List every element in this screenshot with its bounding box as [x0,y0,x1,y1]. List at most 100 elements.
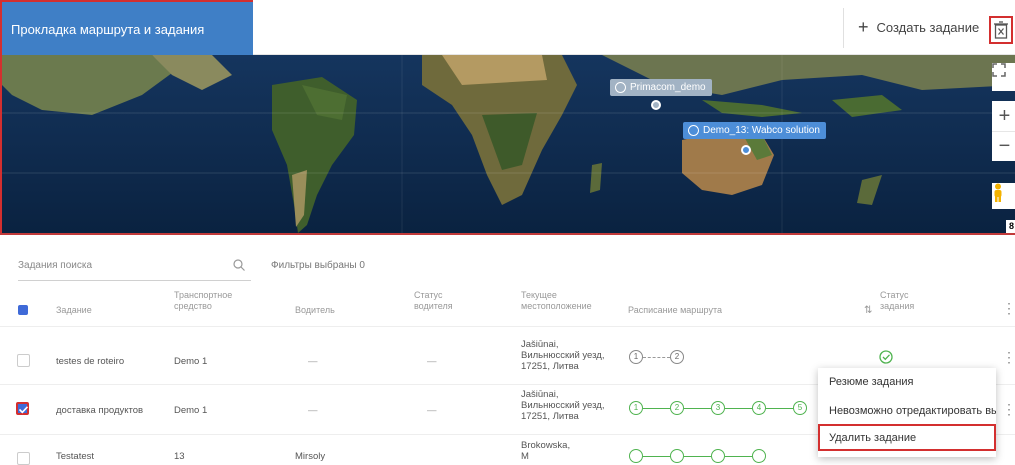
top-bar: Прокладка маршрута и задания + Создать за… [0,0,1015,55]
marker-label-text: Primacom_demo [630,82,706,93]
create-task-label: Создать задание [876,20,980,35]
schedule-stop[interactable]: 4 [752,401,766,415]
header-divider [843,8,844,48]
header-divider [0,326,1015,327]
col-header-driver-status-line1: Статус [414,290,443,300]
schedule-stop[interactable]: 2 [670,350,684,364]
row-driver-status: — [427,405,437,416]
map-marker-label-primacom[interactable]: Primacom_demo [610,79,712,96]
menu-item-delete-task[interactable]: Удалить задание [818,424,996,451]
schedule-stop[interactable]: 1 [629,401,643,415]
schedule-stop[interactable]: 3 [711,401,725,415]
row-task-name[interactable]: доставка продуктов [56,405,143,416]
col-header-driver[interactable]: Водитель [295,305,335,316]
schedule-stop[interactable] [670,449,684,463]
search-box [18,251,251,281]
menu-item-task-summary[interactable]: Резюме задания [818,368,996,397]
checkmark-icon [18,406,29,414]
schedule-segment [684,455,711,457]
delete-trash-button[interactable] [989,16,1013,44]
col-header-location[interactable]: Текущее местоположение [521,290,592,312]
col-header-task-status-line1: Статус [880,290,909,300]
row-location: Brokowska, M [521,440,570,462]
col-header-vehicle-line2: средство [174,301,212,311]
row-location-line3: 17251, Литва [521,411,579,422]
map-badge: 8 [1006,220,1015,233]
schedule-stop[interactable] [629,449,643,463]
row-location: Jašiūnai, Вильнюсский уезд, 17251, Литва [521,389,604,422]
schedule-stop[interactable] [752,449,766,463]
schedule-segment [766,407,793,409]
schedule-stop[interactable]: 1 [629,350,643,364]
row-location-line1: Jašiūnai, [521,339,559,350]
row-location-line1: Brokowska, [521,440,571,451]
row-location-line2: Вильнюсский уезд, [521,400,605,411]
row-actions-menu-icon[interactable]: ⋮ [1002,350,1015,364]
select-all-checkbox[interactable] [18,305,28,315]
row-vehicle: Demo 1 [174,405,208,416]
row-location: Jašiūnai, Вильнюсский уезд, 17251, Литва [521,339,604,372]
marker-gear-icon [688,125,699,136]
search-icon[interactable] [233,259,245,271]
col-header-location-line1: Текущее [521,290,557,300]
schedule-segment [725,455,752,457]
schedule-stop[interactable] [711,449,725,463]
fullscreen-icon [992,63,1006,77]
col-header-task[interactable]: Задание [56,305,92,316]
zoom-in-button[interactable]: + [992,101,1015,131]
row-checkbox[interactable] [17,354,30,367]
trash-icon [994,21,1008,39]
completed-status-icon [879,350,893,364]
minus-icon: − [998,135,1011,157]
row-driver: — [308,356,318,367]
schedule-stop[interactable]: 5 [793,401,807,415]
satellite-map-graphic [2,55,1015,235]
row-actions-menu-icon[interactable]: ⋮ [1002,402,1015,416]
row-driver-status: — [427,356,437,367]
schedule-stop[interactable]: 2 [670,401,684,415]
schedule-segment [684,407,711,409]
schedule-segment [643,455,670,457]
row-schedule[interactable]: 1 2 3 4 5 [629,401,807,415]
filters-status[interactable]: Фильтры выбраны 0 [271,260,365,271]
row-driver: — [308,405,318,416]
col-header-task-status-line2: задания [880,301,915,311]
col-header-driver-status-line2: водителя [414,301,453,311]
row-task-name[interactable]: testes de roteiro [56,356,124,367]
pegman-icon [994,183,1002,202]
map-pin-demo13[interactable] [741,145,751,155]
zoom-out-button[interactable]: − [992,131,1015,161]
schedule-segment [643,407,670,409]
row-checkbox[interactable] [17,452,30,465]
menu-item-cannot-edit[interactable]: Невозможно отредактировать выполненное з… [818,397,996,426]
plus-icon: + [998,104,1011,127]
row-vehicle: Demo 1 [174,356,208,367]
fullscreen-button[interactable] [992,63,1015,91]
row-checkbox-checked[interactable] [16,402,29,415]
col-header-task-status[interactable]: Статус задания [880,290,914,312]
schedule-segment [725,407,752,409]
col-header-vehicle-line1: Транспортное [174,290,233,300]
page-title: Прокладка маршрута и задания [0,0,253,55]
row-context-menu: Резюме задания Невозможно отредактироват… [818,368,996,457]
search-input[interactable] [18,251,218,279]
sort-icon[interactable]: ⇅ [864,305,872,316]
plus-icon: + [858,17,869,37]
street-view-button[interactable] [992,183,1015,209]
create-task-button[interactable]: + Создать задание [858,0,979,55]
map-marker-label-demo13[interactable]: Demo_13: Wabco solution [683,122,826,139]
row-location-line1: Jašiūnai, [521,389,559,400]
row-schedule[interactable] [629,449,766,463]
map-pin-primacom[interactable] [651,100,661,110]
marker-gear-icon [615,82,626,93]
row-schedule[interactable]: 1 2 [629,350,684,364]
col-header-vehicle[interactable]: Транспортное средство [174,290,232,312]
marker-label-text: Demo_13: Wabco solution [703,125,820,136]
row-location-line2: Вильнюсский уезд, [521,350,605,361]
col-header-location-line2: местоположение [521,301,592,311]
col-header-driver-status[interactable]: Статус водителя [414,290,453,312]
columns-menu-icon[interactable]: ⋮ [1002,301,1015,315]
col-header-schedule[interactable]: Расписание маршрута [628,305,722,316]
schedule-segment [643,356,670,358]
route-map[interactable]: Primacom_demo Demo_13: Wabco solution + … [0,55,1015,235]
